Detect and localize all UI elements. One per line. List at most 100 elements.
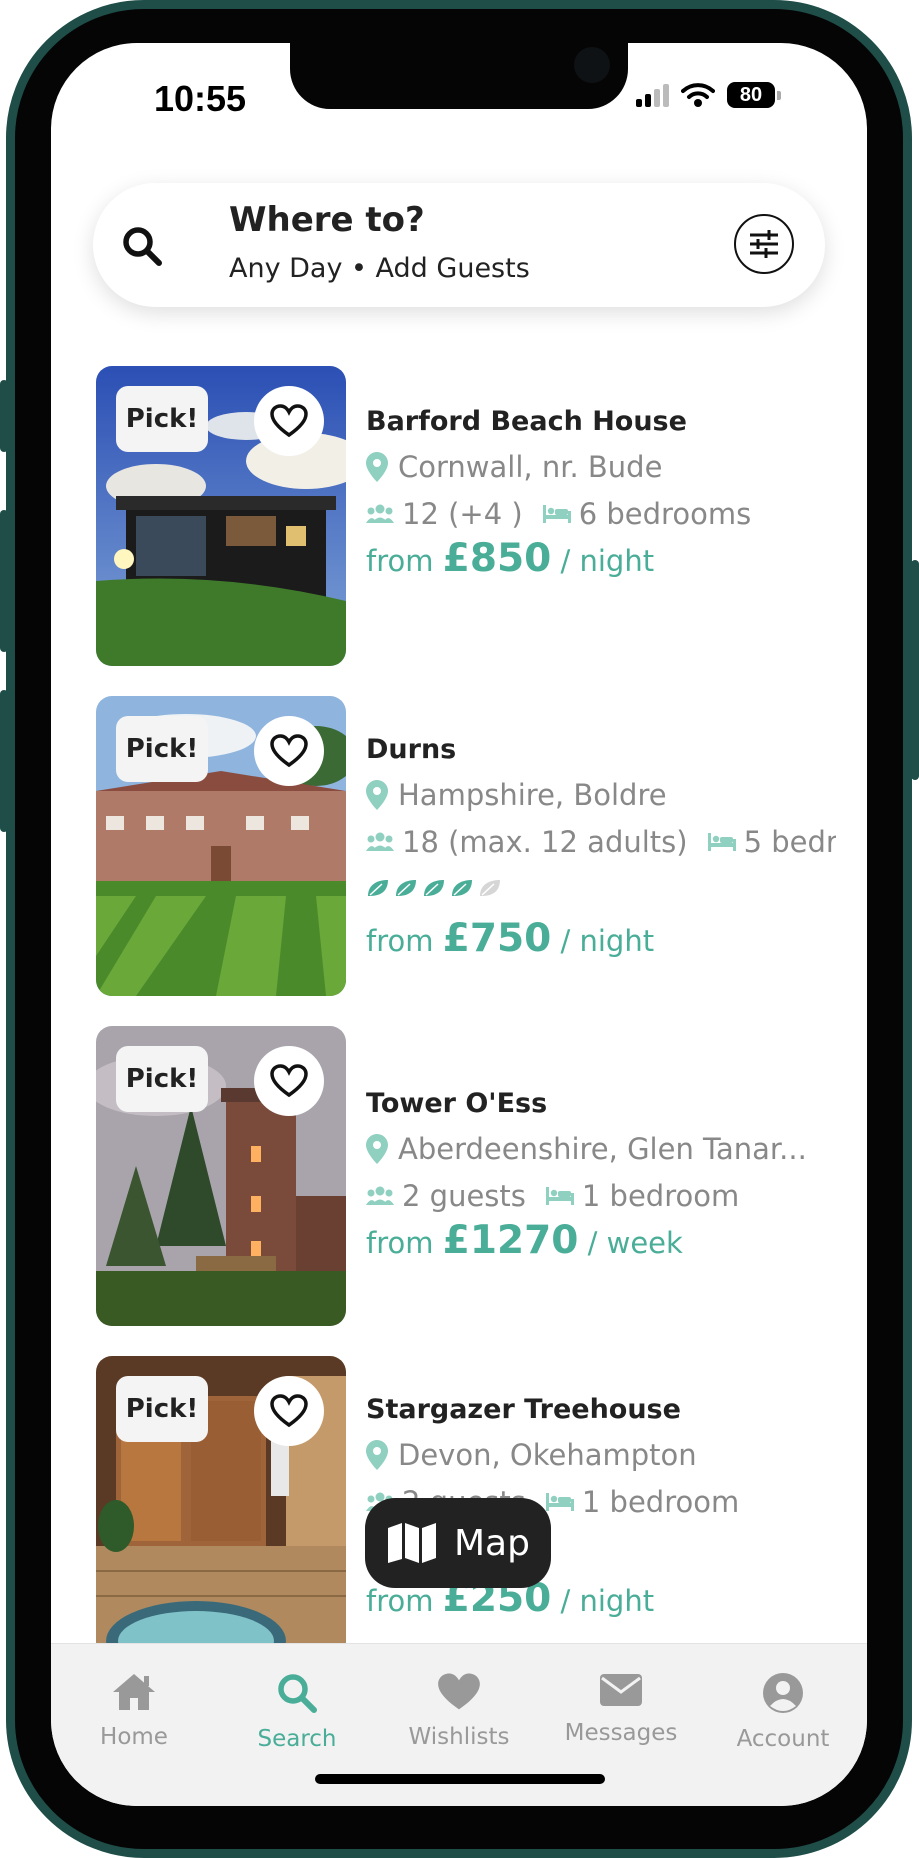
tab-account[interactable]: Account [703,1672,863,1752]
listing-location: Hampshire, Boldre [366,778,667,812]
side-button [0,690,8,832]
map-button[interactable]: Map [365,1498,551,1588]
status-icons: 80 [636,82,781,108]
tab-wishlists[interactable]: Wishlists [379,1672,539,1750]
listing-name: Durns [366,734,457,765]
price-prefix: from [366,544,434,578]
wishlist-button[interactable] [254,1046,324,1116]
bed-icon [707,833,736,851]
tab-messages[interactable]: Messages [541,1672,701,1746]
location-text: Aberdeenshire, Glen Tanar... [398,1132,807,1166]
listing-info: Barford Beach House Cornwall, nr. Bude 1… [366,366,836,666]
leaf-icon [452,880,472,896]
map-icon [388,1523,436,1563]
location-text: Devon, Okehampton [398,1438,697,1472]
price-period: / night [560,924,655,958]
location-pin-icon [366,1440,388,1470]
location-pin-icon [366,452,388,482]
tab-label: Home [100,1724,168,1750]
home-icon [113,1674,155,1710]
location-pin-icon [366,780,388,810]
wishlist-button[interactable] [254,386,324,456]
price-amount: £750 [442,916,552,961]
listing-location: Cornwall, nr. Bude [366,450,662,484]
price-prefix: from [366,1584,434,1618]
guests-icon [366,832,394,851]
listing-price: from £1270 / week [366,1218,683,1263]
listing-photo[interactable]: Pick! [96,696,346,996]
listing-capacity: 18 (max. 12 adults) 5 bedrooms [366,825,836,859]
guests-text: 12 (+4 ) [402,497,523,531]
price-amount: £1270 [442,1218,579,1263]
listing-capacity: 12 (+4 ) 6 bedrooms [366,497,751,531]
listing-photo[interactable]: Pick! [96,1356,346,1656]
guests-icon [366,1186,394,1205]
listing-card[interactable]: Pick! Barford Beach House Cornwall, nr. … [96,366,856,666]
pick-badge: Pick! [116,716,208,782]
status-time: 10:55 [154,78,247,119]
cellular-signal-icon [636,83,669,107]
tab-label: Search [257,1726,337,1752]
notch [290,43,628,109]
leaf-icon [368,880,388,896]
price-amount: £850 [442,536,552,581]
tab-bar: Home Search Wishlists Messages Account [51,1643,867,1806]
wishlist-button[interactable] [254,1376,324,1446]
tab-label: Account [736,1726,830,1752]
bed-icon [542,505,571,523]
tab-search[interactable]: Search [217,1672,377,1752]
location-text: Cornwall, nr. Bude [398,450,663,484]
pick-badge: Pick! [116,386,208,452]
listing-location: Aberdeenshire, Glen Tanar... [366,1132,807,1166]
listing-info: Durns Hampshire, Boldre 18 (max. 12 adul… [366,696,836,996]
heart-outline-icon [270,734,308,768]
listing-photo[interactable]: Pick! [96,366,346,666]
side-button [0,380,8,452]
guests-text: 2 guests [402,1179,526,1213]
heart-icon [438,1673,480,1710]
camera [574,47,610,83]
pick-badge: Pick! [116,1046,208,1112]
price-period: / night [560,1584,655,1618]
tab-label: Messages [564,1720,678,1746]
listing-photo[interactable]: Pick! [96,1026,346,1326]
bedrooms-text: 6 bedrooms [578,497,752,531]
filter-button[interactable] [734,214,794,274]
price-period: / night [560,544,655,578]
search-bar[interactable]: Where to? Any Day • Add Guests [93,183,825,307]
envelope-icon [600,1674,642,1706]
listing-capacity: 2 guests 1 bedroom [366,1179,739,1213]
tab-home[interactable]: Home [54,1672,214,1750]
listing-card[interactable]: Pick! Durns Hampshire, Boldre 18 (max. 1… [96,696,856,996]
bedrooms-text: 1 bedroom [581,1179,740,1213]
listing-card[interactable]: Pick! Tower O'Ess Aberdeenshire, Glen Ta… [96,1026,856,1326]
heart-outline-icon [270,404,308,438]
search-icon [123,227,162,266]
leaf-icon [396,880,416,896]
sliders-icon [750,230,778,258]
listing-location: Devon, Okehampton [366,1438,697,1472]
leaf-icon [424,880,444,896]
map-button-label: Map [454,1522,530,1564]
location-pin-icon [366,1134,388,1164]
side-button [0,510,8,652]
listing-name: Tower O'Ess [366,1088,548,1119]
home-indicator[interactable] [315,1774,605,1784]
bed-icon [545,1187,574,1205]
search-icon [278,1674,317,1713]
tab-label: Wishlists [408,1724,510,1750]
leaf-empty-icon [480,880,500,896]
price-prefix: from [366,924,434,958]
guests-text: 18 (max. 12 adults) [402,825,688,859]
user-circle-icon [763,1673,803,1713]
wishlist-button[interactable] [254,716,324,786]
heart-outline-icon [270,1394,308,1428]
search-subtitle: Any Day • Add Guests [229,253,530,284]
listing-price: from £750 / night [366,916,654,961]
heart-outline-icon [270,1064,308,1098]
listing-name: Barford Beach House [366,406,687,437]
battery-icon: 80 [727,82,781,108]
bed-icon [545,1493,574,1511]
listing-price: from £850 / night [366,536,654,581]
search-title: Where to? [229,200,425,240]
